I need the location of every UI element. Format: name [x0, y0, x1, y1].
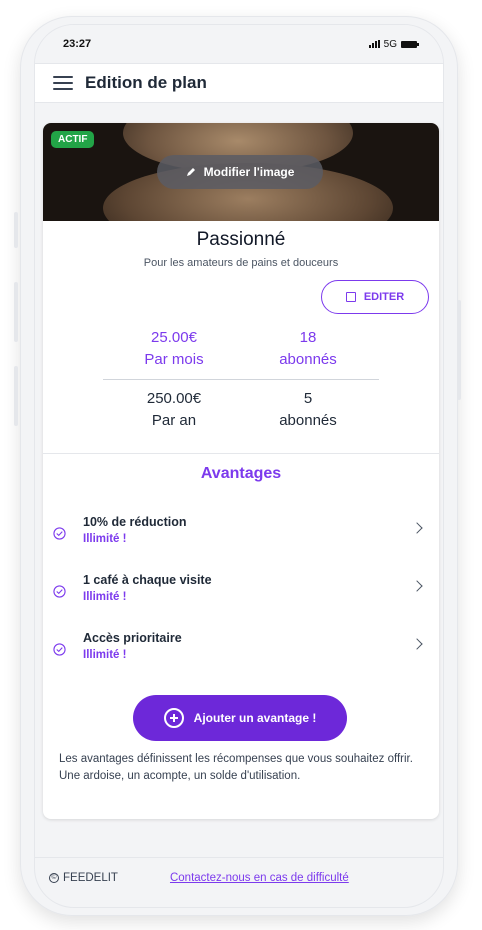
chevron-right-icon	[411, 522, 423, 534]
yearly-subscriber-count: 5	[303, 390, 313, 407]
benefit-item[interactable]: 1 café à chaque visite Illimité !	[43, 569, 439, 617]
battery-icon	[401, 40, 419, 48]
edit-icon	[345, 292, 356, 302]
benefit-item[interactable]: Accès prioritaire Illimité !	[43, 627, 439, 675]
yearly-subscriber-label: abonnés	[279, 412, 337, 429]
yearly-price: 250.00€	[146, 390, 202, 407]
divider	[103, 379, 379, 380]
phone-side-button	[14, 212, 18, 248]
add-benefit-button[interactable]: Ajouter un avantage !	[133, 695, 347, 741]
check-circle-icon	[53, 585, 66, 598]
signal-icon	[368, 40, 380, 48]
phone-side-button	[14, 282, 18, 342]
hamburger-menu-icon[interactable]	[53, 76, 73, 90]
check-circle-icon	[53, 527, 66, 540]
add-benefit-label: Ajouter un avantage !	[193, 711, 317, 725]
status-time: 23:27	[63, 38, 92, 50]
check-circle-icon	[53, 643, 66, 656]
page-title: Edition de plan	[85, 73, 207, 92]
edit-plan-label: EDITER	[363, 291, 405, 303]
plan-card: ACTIF Modifier l'image Passionné Pour le…	[43, 123, 439, 819]
phone-screen: 23:27 5G Edition de plan ACTIF Modifier …	[34, 24, 444, 908]
pricing-section: 25.00€ Par mois 18 abonnés 250.00€ Par a…	[43, 327, 439, 432]
plan-image: ACTIF Modifier l'image	[43, 123, 439, 221]
benefit-subtitle: Illimité !	[83, 533, 127, 545]
monthly-subscriber-label: abonnés	[279, 351, 337, 368]
footer: © FEEDELIT Contactez-nous en cas de diff…	[35, 857, 443, 897]
phone-side-button	[14, 366, 18, 426]
benefit-title: 10% de réduction	[83, 515, 187, 529]
monthly-subscriber-count: 18	[299, 329, 317, 346]
brand-name: FEEDELIT	[63, 871, 118, 884]
benefits-title: Avantages	[200, 465, 282, 482]
benefit-subtitle: Illimité !	[83, 591, 127, 603]
monthly-pricing: 25.00€ Par mois 18 abonnés	[43, 327, 439, 371]
network-type: 5G	[383, 38, 397, 50]
divider	[43, 453, 439, 454]
copyright-icon: ©	[49, 872, 59, 883]
status-icons: 5G	[368, 38, 419, 50]
chevron-right-icon	[411, 638, 423, 650]
benefit-subtitle: Illimité !	[83, 649, 127, 661]
yearly-period: Par an	[151, 412, 197, 429]
yearly-pricing: 250.00€ Par an 5 abonnés	[43, 388, 439, 432]
monthly-price: 25.00€	[151, 329, 197, 346]
edit-plan-button[interactable]: EDITER	[321, 280, 429, 314]
phone-side-button	[457, 300, 461, 400]
benefits-help-text: Les avantages définissent les récompense…	[59, 753, 413, 782]
footer-brand: © FEEDELIT	[49, 872, 118, 884]
benefit-title: 1 café à chaque visite	[83, 573, 212, 587]
plan-description: Pour les amateurs de pains et douceurs	[143, 257, 339, 269]
monthly-period: Par mois	[144, 351, 204, 368]
status-badge: ACTIF	[51, 131, 95, 148]
status-bar: 23:27 5G	[35, 25, 443, 63]
pencil-icon	[186, 168, 195, 176]
chevron-right-icon	[411, 580, 423, 592]
edit-image-label: Modifier l'image	[203, 165, 295, 179]
contact-link[interactable]: Contactez-nous en cas de difficulté	[170, 872, 349, 884]
plus-circle-icon	[163, 708, 184, 728]
plan-name: Passionné	[196, 229, 286, 250]
benefit-item[interactable]: 10% de réduction Illimité !	[43, 511, 439, 559]
edit-image-button[interactable]: Modifier l'image	[157, 155, 323, 189]
app-header: Edition de plan	[35, 63, 443, 103]
benefit-title: Accès prioritaire	[83, 631, 182, 645]
